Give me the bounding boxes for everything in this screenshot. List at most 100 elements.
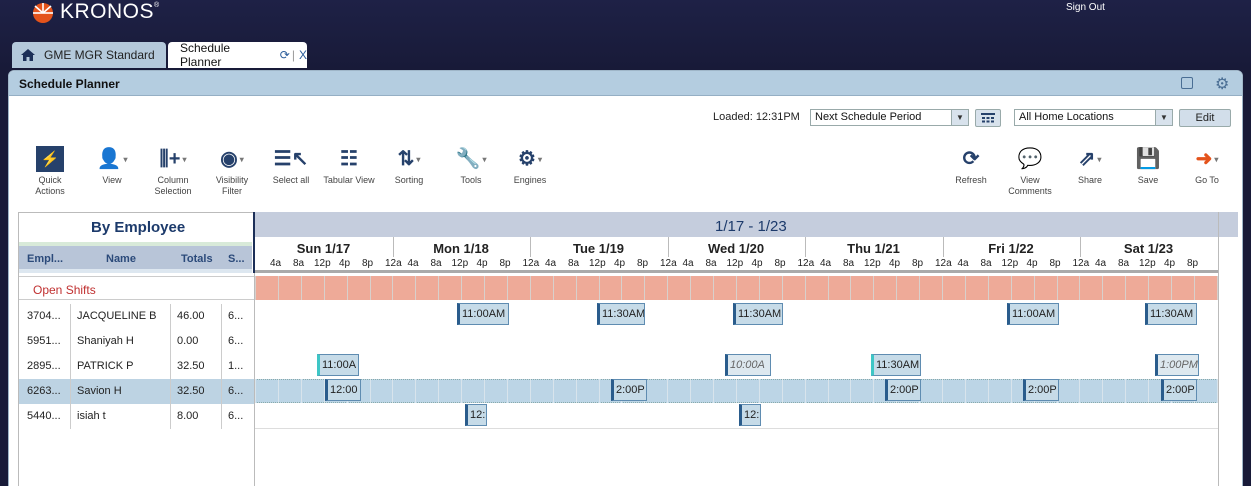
open-shifts-row[interactable]: Open Shifts xyxy=(19,276,254,300)
sorting-label: Sorting xyxy=(394,175,424,185)
chevron-down-icon: ▾ xyxy=(123,154,128,164)
quick-actions-button[interactable]: ⚡ Quick Actions xyxy=(33,146,67,197)
refresh-label: Refresh xyxy=(955,175,987,185)
column-header-totals[interactable]: Totals xyxy=(181,253,213,265)
day-header-row: Sun 1/17 Mon 1/18 Tue 1/19 Wed 1/20 Thu 1/21… xyxy=(255,237,1218,257)
hour-label: 8p xyxy=(912,258,924,269)
grid-line xyxy=(300,276,302,300)
engines-label: Engines xyxy=(513,175,547,185)
hour-label: 12p xyxy=(1001,258,1019,269)
sorting-button[interactable]: ⇅ ▾ Sorting xyxy=(389,147,429,186)
grid-line xyxy=(369,276,371,300)
share-button[interactable]: ⇗ ▾ Share xyxy=(1071,147,1109,186)
shift-block[interactable]: 12: xyxy=(739,404,761,426)
divider xyxy=(255,428,1218,429)
shift-block[interactable]: 11:30AM xyxy=(597,303,645,325)
employee-name: Shaniyah H xyxy=(77,335,134,347)
grid-line xyxy=(438,379,440,403)
shift-block[interactable]: 11:00AM xyxy=(457,303,509,325)
column-selection-button[interactable]: ⫼+ ▾ Column Selection xyxy=(149,147,197,197)
select-all-button[interactable]: ☰↖ Select all xyxy=(269,147,313,186)
hour-label: 8a xyxy=(293,258,305,269)
view-comments-button[interactable]: 💬 View Comments xyxy=(1005,147,1055,197)
gear-icon[interactable]: ⚙ xyxy=(1215,74,1229,94)
grid-line xyxy=(1079,379,1081,403)
hour-label: 4p xyxy=(339,258,351,269)
table-row[interactable]: 3704... JACQUELINE B 46.00 6... xyxy=(19,304,254,329)
grid-line xyxy=(1079,276,1081,300)
select-all-label: Select all xyxy=(272,175,310,185)
shift-block[interactable]: 2:00P xyxy=(611,379,647,401)
table-row-selected[interactable]: 6263... Savion H 32.50 6... xyxy=(19,379,254,404)
grid-line xyxy=(942,276,943,300)
go-to-button[interactable]: ➜ ▾ Go To xyxy=(1185,147,1229,186)
hour-label: 4p xyxy=(889,258,901,269)
grid-line xyxy=(552,276,554,300)
day-label: Wed 1/20 xyxy=(707,241,765,256)
engines-button[interactable]: ⚙ ▾ Engines xyxy=(509,147,551,186)
hour-label: 4a xyxy=(545,258,557,269)
shift-block[interactable]: 11:30AM xyxy=(733,303,783,325)
day-label: Sun 1/17 xyxy=(296,241,351,256)
maximize-icon[interactable] xyxy=(1181,77,1193,89)
table-row[interactable]: 5440... isiah t 8.00 6... xyxy=(19,404,254,429)
hour-label: 4p xyxy=(614,258,626,269)
shift-block[interactable]: 1:00PM xyxy=(1155,354,1199,376)
save-button[interactable]: 💾 Save xyxy=(1133,147,1163,186)
shift-block[interactable]: 2:00P xyxy=(1161,379,1197,401)
grid-line xyxy=(827,276,829,300)
calendar-button[interactable] xyxy=(975,109,1001,127)
visibility-filter-label-2: Filter xyxy=(222,186,242,196)
shift-block[interactable]: 11:30AM xyxy=(1145,303,1197,325)
day-separator xyxy=(1080,237,1081,257)
table-row[interactable]: 5951... Shaniyah H 0.00 6... xyxy=(19,329,254,354)
schedule-period-select[interactable]: Next Schedule Period ▼ xyxy=(810,109,969,126)
locations-select[interactable]: All Home Locations ▼ xyxy=(1014,109,1173,126)
tools-button[interactable]: 🔧 ▾ Tools xyxy=(453,147,489,186)
tab-schedule-planner[interactable]: Schedule Planner ⟳ | X xyxy=(168,41,307,69)
grid-line xyxy=(644,276,646,300)
view-comments-label-2: Comments xyxy=(1008,186,1052,196)
grid-line xyxy=(506,276,508,300)
day-label: Mon 1/18 xyxy=(433,241,489,256)
shift-block[interactable]: 12: xyxy=(465,404,487,426)
hour-label: 12a xyxy=(385,258,402,269)
shift-block[interactable]: 11:00A xyxy=(317,354,359,376)
hour-label: 8a xyxy=(430,258,442,269)
refresh-tab-icon[interactable]: ⟳ xyxy=(280,48,290,62)
chevron-down-icon: ▾ xyxy=(239,154,244,164)
schedule-period-value: Next Schedule Period xyxy=(815,111,922,123)
shift-block[interactable]: 10:00A xyxy=(725,354,771,376)
visibility-filter-button[interactable]: ◉ ▾ Visibility Filter xyxy=(209,147,255,197)
shift-block[interactable]: 12:00 xyxy=(325,379,361,401)
table-row[interactable]: 2895... PATRICK P 32.50 1... xyxy=(19,354,254,379)
edit-button[interactable]: Edit xyxy=(1179,109,1231,127)
tab-gme-mgr-standard[interactable]: GME MGR Standard xyxy=(12,42,166,68)
divider xyxy=(221,404,222,429)
save-icon: 💾 xyxy=(1135,147,1161,170)
quick-actions-label-1: Quick xyxy=(38,175,62,185)
close-tab-button[interactable]: X xyxy=(299,48,307,62)
shift-block[interactable]: 11:00AM xyxy=(1007,303,1059,325)
shift-block[interactable]: 2:00P xyxy=(885,379,921,401)
refresh-icon: ⟳ xyxy=(962,147,980,170)
grid-line xyxy=(713,379,714,403)
grid-line xyxy=(529,276,531,300)
employee-total: 32.50 xyxy=(177,385,205,397)
employee-s: 6... xyxy=(228,410,244,422)
divider xyxy=(221,379,222,404)
column-header-s[interactable]: S... xyxy=(228,253,245,265)
by-employee-header: By Employee xyxy=(19,212,254,242)
view-button[interactable]: 👤 ▾ View xyxy=(91,147,133,186)
grid-line xyxy=(1148,276,1150,300)
column-header-employee[interactable]: Empl... xyxy=(27,253,63,265)
chevron-down-icon: ▼ xyxy=(1155,110,1172,125)
shift-block[interactable]: 11:30AM xyxy=(871,354,921,376)
grid-line xyxy=(1033,276,1035,300)
shift-block[interactable]: 2:00P xyxy=(1023,379,1059,401)
refresh-button[interactable]: ⟳ Refresh xyxy=(953,147,989,186)
tabular-view-button[interactable]: ☷ Tabular View xyxy=(321,147,377,186)
employee-total: 0.00 xyxy=(177,335,199,347)
sign-out-link[interactable]: Sign Out xyxy=(1066,2,1105,13)
column-header-name[interactable]: Name xyxy=(106,253,136,265)
